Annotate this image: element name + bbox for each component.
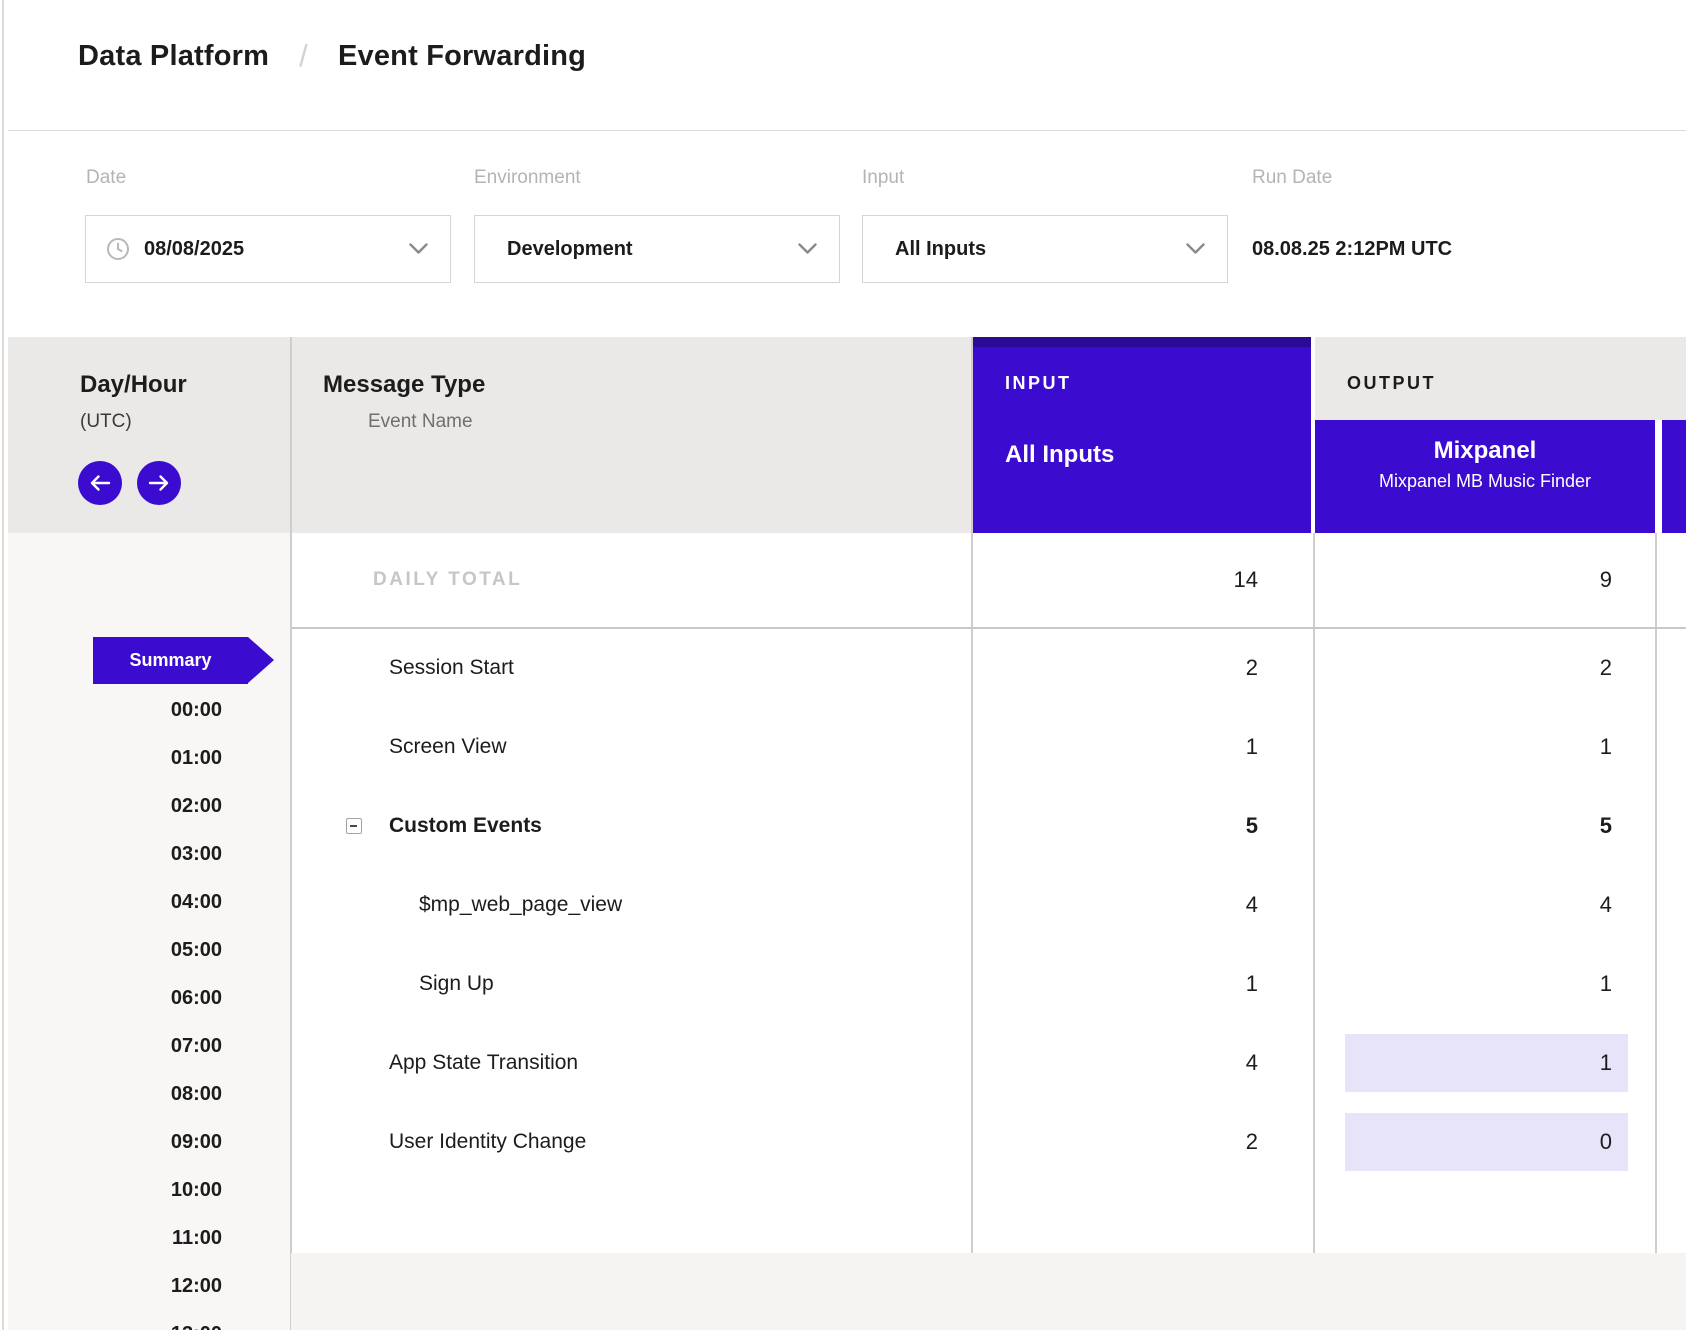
window-edge-divider: [2, 0, 4, 1330]
hour-label[interactable]: 09:00: [171, 1128, 222, 1156]
output-count: 0: [1345, 1113, 1628, 1171]
output-section-label: OUTPUT: [1347, 373, 1436, 394]
chevron-down-icon: [1186, 238, 1205, 261]
table-row: App State Transition 4 1: [291, 1023, 1686, 1102]
daily-total-input-value: 14: [1234, 533, 1258, 627]
event-label: Sign Up: [419, 944, 494, 1023]
event-label: Session Start: [389, 628, 514, 707]
next-day-button[interactable]: [137, 461, 181, 505]
arrow-left-icon: [89, 474, 111, 492]
table-row: Sign Up 1 1: [291, 944, 1686, 1023]
day-hour-column: Summary 00:00 01:00 02:00 03:00 04:00 05:00 06…: [8, 533, 290, 1330]
input-select-value: All Inputs: [895, 238, 1186, 261]
event-label: Custom Events: [389, 786, 542, 865]
input-filter-label: Input: [862, 166, 904, 190]
run-date-label: Run Date: [1252, 166, 1332, 190]
day-navigation: [78, 461, 181, 505]
input-count: 1: [1246, 944, 1258, 1023]
hour-label[interactable]: 07:00: [171, 1032, 222, 1060]
event-rows: Session Start 2 2 Screen View 1 1 Custom…: [291, 628, 1686, 1181]
breadcrumb-section[interactable]: Data Platform: [78, 40, 269, 73]
input-count: 5: [1246, 786, 1258, 865]
hour-label[interactable]: 10:00: [171, 1176, 222, 1204]
table-row: Session Start 2 2: [291, 628, 1686, 707]
arrow-right-icon: [148, 474, 170, 492]
hour-label[interactable]: 05:00: [171, 936, 222, 964]
chevron-down-icon: [409, 238, 428, 261]
hour-label[interactable]: 02:00: [171, 792, 222, 820]
output-count: 5: [1600, 786, 1612, 865]
hour-label[interactable]: 00:00: [171, 696, 222, 724]
input-section-label: INPUT: [1005, 373, 1072, 394]
input-column-accent-strip: [972, 337, 1311, 347]
event-label: User Identity Change: [389, 1102, 586, 1181]
input-count: 4: [1246, 865, 1258, 944]
collapse-icon[interactable]: [346, 818, 362, 834]
breadcrumb: Data Platform / Event Forwarding: [78, 38, 586, 74]
table-row: Custom Events 5 5: [291, 786, 1686, 865]
input-count: 4: [1246, 1023, 1258, 1102]
page-title[interactable]: Event Forwarding: [338, 40, 586, 73]
output-count: 4: [1600, 865, 1612, 944]
table-row: $mp_web_page_view 4 4: [291, 865, 1686, 944]
output-count: 2: [1600, 628, 1612, 707]
hour-label[interactable]: 01:00: [171, 744, 222, 772]
table-row: User Identity Change 2 0: [291, 1102, 1686, 1181]
output-column-name: Mixpanel: [1315, 437, 1655, 465]
clock-icon: [106, 237, 130, 261]
event-label: Screen View: [389, 707, 507, 786]
hour-label[interactable]: 06:00: [171, 984, 222, 1012]
column-separator: [1655, 420, 1662, 533]
event-forwarding-page: Data Platform / Event Forwarding Date 08…: [0, 0, 1686, 1330]
daily-total-row: DAILY TOTAL 14 9: [291, 533, 1686, 627]
date-select[interactable]: 08/08/2025: [85, 215, 451, 283]
output-count: 1: [1600, 944, 1612, 1023]
environment-select-value: Development: [507, 238, 798, 261]
next-output-column-partial: [1662, 420, 1686, 533]
summary-row-tag[interactable]: Summary: [93, 637, 248, 684]
hour-label[interactable]: 03:00: [171, 840, 222, 868]
hour-label[interactable]: 13:00: [171, 1320, 222, 1330]
hour-label[interactable]: 12:00: [171, 1272, 222, 1300]
header-divider: [8, 130, 1686, 131]
input-column-header: INPUT All Inputs: [972, 337, 1311, 533]
event-name-subtitle: Event Name: [368, 411, 473, 433]
daily-total-output-value: 9: [1600, 533, 1612, 627]
summary-label: Summary: [129, 650, 211, 671]
previous-day-button[interactable]: [78, 461, 122, 505]
day-hour-timezone: (UTC): [80, 411, 132, 433]
event-label: App State Transition: [389, 1023, 578, 1102]
event-label: $mp_web_page_view: [419, 865, 622, 944]
date-filter-label: Date: [86, 166, 126, 190]
breadcrumb-separator: /: [299, 38, 308, 74]
input-select[interactable]: All Inputs: [862, 215, 1228, 283]
output-count: 1: [1345, 1034, 1628, 1092]
message-type-column-title: Message Type: [323, 371, 485, 399]
run-date-value: 08.08.25 2:12PM UTC: [1252, 215, 1452, 283]
chevron-down-icon: [798, 238, 817, 261]
environment-filter-label: Environment: [474, 166, 581, 190]
input-count: 2: [1246, 628, 1258, 707]
output-column-header: Mixpanel Mixpanel MB Music Finder: [1315, 420, 1655, 533]
hour-label[interactable]: 08:00: [171, 1080, 222, 1108]
input-column-name: All Inputs: [1005, 441, 1114, 469]
input-count: 1: [1246, 707, 1258, 786]
hour-label[interactable]: 04:00: [171, 888, 222, 916]
day-hour-column-title: Day/Hour: [80, 371, 187, 399]
daily-total-label: DAILY TOTAL: [373, 533, 522, 627]
table-header: Day/Hour (UTC) Message Type Event Name I…: [8, 337, 1686, 533]
input-count: 2: [1246, 1102, 1258, 1181]
environment-select[interactable]: Development: [474, 215, 840, 283]
output-count: 1: [1600, 707, 1612, 786]
empty-grid-area: [291, 1253, 1686, 1330]
output-column-subtitle: Mixpanel MB Music Finder: [1315, 471, 1655, 492]
hour-label[interactable]: 11:00: [172, 1224, 222, 1252]
table-row: Screen View 1 1: [291, 707, 1686, 786]
date-select-value: 08/08/2025: [144, 238, 409, 261]
